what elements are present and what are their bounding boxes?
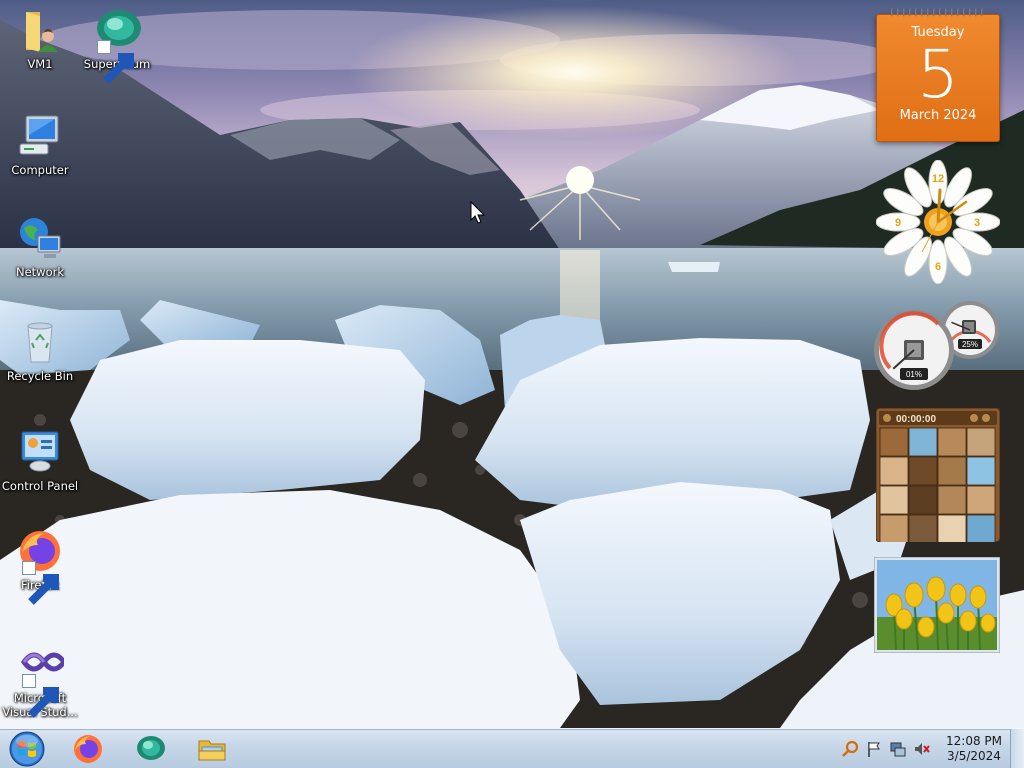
- puzzle-tile[interactable]: [966, 514, 996, 544]
- puzzle-tile[interactable]: [879, 514, 909, 544]
- desktop-icon-firefox[interactable]: Firefox: [0, 527, 80, 605]
- calendar-month: March 2024: [899, 108, 977, 123]
- desktop-icon-label: Computer: [11, 163, 69, 177]
- puzzle-tile[interactable]: [879, 427, 909, 457]
- calendar-gadget[interactable]: Tuesday 5 March 2024: [876, 6, 1000, 142]
- desktop-icon-label: Control Panel: [1, 479, 79, 493]
- desktop-icon-label: VM1: [27, 57, 53, 71]
- memory-percent: 25%: [962, 340, 978, 349]
- desktop-icon-control-panel[interactable]: Control Panel: [0, 428, 80, 493]
- puzzle-tile[interactable]: [937, 456, 967, 486]
- puzzle-tile[interactable]: [937, 427, 967, 457]
- clock-gadget[interactable]: 12 3 6 9: [875, 159, 1001, 285]
- desktop-icon-visual-studio[interactable]: Microsoft Visual Stud...: [0, 640, 80, 719]
- puzzle-clock-icon: [883, 414, 891, 422]
- desktop-icon-recycle-bin[interactable]: Recycle Bin: [0, 318, 80, 383]
- volume-muted-icon[interactable]: [913, 740, 931, 758]
- puzzle-tile[interactable]: [966, 456, 996, 486]
- firefox-icon: [16, 527, 64, 605]
- supermium-taskbar-button[interactable]: [124, 731, 176, 767]
- puzzle-tile[interactable]: [966, 427, 996, 457]
- clock-date: 3/5/2024: [947, 749, 1001, 763]
- start-button[interactable]: [4, 730, 50, 768]
- slideshow-gadget[interactable]: [873, 556, 1001, 654]
- computer-icon: [16, 112, 64, 160]
- desktop-icon-network[interactable]: Network: [0, 214, 80, 279]
- shortcut-arrow-icon: [22, 561, 59, 605]
- clock-numeral-12: 12: [932, 173, 944, 185]
- calendar-date: 5: [917, 36, 959, 113]
- clock-hand-hour: [936, 188, 942, 224]
- supermium-icon: [93, 6, 141, 84]
- control-panel-icon: [16, 428, 64, 476]
- shortcut-arrow-icon: [97, 40, 134, 84]
- puzzle-tile[interactable]: [966, 485, 996, 515]
- puzzle-solve-icon[interactable]: [982, 414, 990, 422]
- user-folder-icon: [16, 6, 64, 54]
- puzzle-tile[interactable]: [879, 485, 909, 515]
- puzzle-tile[interactable]: [908, 427, 938, 457]
- desktop-icon-supermium[interactable]: Supermium: [77, 6, 157, 84]
- puzzle-tile[interactable]: [937, 485, 967, 515]
- cpu-percent: 01%: [906, 370, 922, 379]
- cpu-dial: 01%: [874, 310, 954, 390]
- puzzle-tile[interactable]: [908, 514, 938, 544]
- network-icon: [16, 214, 64, 262]
- recycle-bin-icon: [16, 318, 64, 366]
- puzzle-tile[interactable]: [908, 485, 938, 515]
- clock-numeral-6: 6: [935, 261, 941, 273]
- desktop-icon-label: Network: [15, 265, 65, 279]
- desktop-icon-vm1[interactable]: VM1: [0, 6, 80, 71]
- clock-numeral-9: 9: [895, 217, 901, 229]
- explorer-taskbar-button[interactable]: [186, 731, 238, 767]
- calendar-binder-rings: [891, 8, 983, 17]
- puzzle-timer: 00:00:00: [896, 414, 936, 425]
- desktop-wallpaper[interactable]: [0, 0, 1024, 728]
- network-tray-icon[interactable]: [889, 740, 907, 758]
- firefox-taskbar-button[interactable]: [62, 731, 114, 767]
- visual-studio-icon: [16, 640, 64, 718]
- puzzle-tile[interactable]: [908, 456, 938, 486]
- system-clock[interactable]: 12:08 PM 3/5/2024: [940, 734, 1008, 764]
- notification-area: 12:08 PM 3/5/2024: [838, 729, 1024, 768]
- desktop-icon-computer[interactable]: Computer: [0, 112, 80, 177]
- desktop-icon-label: Recycle Bin: [6, 369, 74, 383]
- search-icon[interactable]: [842, 740, 860, 758]
- puzzle-tile[interactable]: [879, 456, 909, 486]
- cpu-meter-gadget[interactable]: 25% 01%: [872, 298, 1002, 394]
- clock-time: 12:08 PM: [946, 734, 1002, 748]
- puzzle-help-icon[interactable]: [970, 414, 978, 422]
- action-center-flag-icon[interactable]: [865, 740, 883, 758]
- picture-puzzle-gadget[interactable]: 00:00:00: [875, 407, 1001, 544]
- show-desktop-button[interactable]: [1010, 729, 1024, 768]
- clock-numeral-3: 3: [974, 217, 980, 229]
- calendar-page: Tuesday 5 March 2024: [876, 14, 1000, 142]
- folder-icon: [198, 740, 226, 761]
- puzzle-tile[interactable]: [937, 514, 967, 544]
- firefox-icon: [74, 735, 102, 763]
- taskbar: 12:08 PM 3/5/2024: [0, 728, 1024, 768]
- shortcut-arrow-icon: [22, 674, 59, 718]
- supermium-icon: [137, 736, 165, 760]
